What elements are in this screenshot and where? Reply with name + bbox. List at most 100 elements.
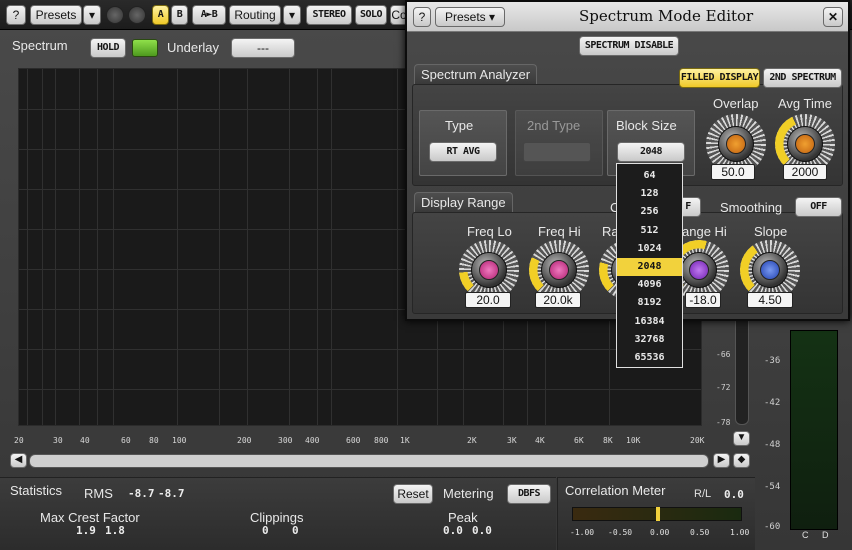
- presets-dropdown-arrow[interactable]: ▾: [83, 5, 101, 25]
- metering-dropdown[interactable]: DBFS: [507, 484, 551, 504]
- clippings-left: 0: [262, 524, 269, 537]
- freq-tick-label: 80: [149, 436, 159, 445]
- slope-label: Slope: [754, 224, 788, 239]
- freq-lo-value[interactable]: 20.0: [465, 292, 511, 308]
- slope-value[interactable]: 4.50: [747, 292, 793, 308]
- reset-button[interactable]: Reset: [393, 484, 433, 504]
- block-size-option[interactable]: 65536: [617, 349, 682, 367]
- display-range-tab: Display Range: [414, 192, 513, 212]
- undo-icon[interactable]: [106, 6, 124, 24]
- freq-tick-label: 100: [172, 436, 187, 445]
- scroll-right-button[interactable]: ▶: [713, 453, 730, 468]
- stereo-button[interactable]: STEREO: [306, 5, 352, 25]
- hold-led[interactable]: [132, 39, 158, 57]
- freq-hi-value[interactable]: 20.0k: [535, 292, 581, 308]
- a-to-b-button[interactable]: A►B: [192, 5, 226, 25]
- horizontal-scrollbar[interactable]: [29, 454, 709, 468]
- correlation-tick-label: -1.00: [570, 528, 595, 537]
- block-size-option[interactable]: 128: [617, 185, 682, 203]
- smoothing-label: Smoothing: [720, 200, 783, 215]
- routing-dropdown-arrow[interactable]: ▾: [283, 5, 301, 25]
- type-dropdown[interactable]: RT AVG: [429, 142, 497, 162]
- editor-close-button[interactable]: ✕: [823, 7, 843, 27]
- second-type-dropdown: [523, 142, 591, 162]
- freq-tick-label: 1K: [400, 436, 410, 445]
- overlap-value[interactable]: 50.0: [711, 164, 755, 180]
- freq-tick-label: 20K: [690, 436, 705, 445]
- grid-vline: [79, 69, 80, 425]
- zoom-reset-button[interactable]: ◆: [733, 453, 750, 468]
- help-button[interactable]: ?: [6, 5, 26, 25]
- meter-channel-d: D: [822, 530, 829, 540]
- statistics-title: Statistics: [10, 483, 63, 498]
- underlay-dropdown[interactable]: ---: [231, 38, 295, 58]
- slope-knob[interactable]: [740, 240, 800, 300]
- meter-tick-label: -48: [764, 440, 781, 450]
- correlation-tick-label: 0.50: [690, 528, 710, 537]
- grid-vline: [97, 69, 98, 425]
- scroll-down-button[interactable]: ▼: [733, 431, 750, 446]
- rms-label: RMS: [84, 486, 113, 501]
- block-size-menu[interactable]: 64 128 256 512 1024 2048 4096 8192 16384 32768 655…: [616, 163, 683, 368]
- block-size-option[interactable]: 2048: [617, 258, 682, 276]
- avg-time-label: Avg Time: [778, 96, 832, 111]
- rl-value: 0.0: [724, 488, 744, 501]
- block-size-option[interactable]: 512: [617, 222, 682, 240]
- solo-button[interactable]: SOLO: [355, 5, 387, 25]
- clippings-right: 0: [292, 524, 299, 537]
- smoothing-dropdown[interactable]: OFF: [795, 197, 842, 217]
- b-button[interactable]: B: [171, 5, 188, 25]
- freq-lo-knob[interactable]: [459, 240, 519, 300]
- grid-vline: [42, 69, 43, 425]
- avg-time-value[interactable]: 2000: [783, 164, 827, 180]
- block-size-dropdown[interactable]: 2048: [617, 142, 685, 162]
- grid-vline: [289, 69, 290, 425]
- freq-hi-knob[interactable]: [529, 240, 589, 300]
- block-size-option[interactable]: 16384: [617, 313, 682, 331]
- plugin-window: ? Presets ▾ A B A►B Routing ▾ STEREO SOL…: [0, 0, 852, 550]
- spectrum-disable-button[interactable]: SPECTRUM DISABLE: [579, 36, 679, 56]
- db-tick-label: -66: [716, 350, 731, 359]
- clippings-label: Clippings: [250, 510, 304, 525]
- grid-vline: [247, 69, 248, 425]
- range-hi-label: ange Hi: [682, 224, 727, 239]
- range-hi-value[interactable]: -18.0: [685, 292, 721, 308]
- block-size-option[interactable]: 32768: [617, 331, 682, 349]
- grid-vline: [397, 69, 398, 425]
- range-hi-knob-dot: [689, 260, 709, 280]
- freq-tick-label: 20: [14, 436, 24, 445]
- block-size-label: Block Size: [616, 118, 677, 133]
- freq-tick-label: 800: [374, 436, 389, 445]
- editor-presets-button[interactable]: Presets ▾: [435, 7, 505, 27]
- grid-vline: [55, 69, 56, 425]
- freq-tick-label: 600: [346, 436, 361, 445]
- redo-icon[interactable]: [128, 6, 146, 24]
- presets-button[interactable]: Presets: [30, 5, 82, 25]
- freq-tick-label: 30: [53, 436, 63, 445]
- filled-display-button[interactable]: FILLED DISPLAY: [679, 68, 760, 88]
- underlay-label: Underlay: [167, 40, 220, 55]
- routing-button[interactable]: Routing: [229, 5, 281, 25]
- rl-label: R/L: [694, 488, 712, 500]
- block-size-option[interactable]: 1024: [617, 240, 682, 258]
- freq-tick-label: 60: [121, 436, 131, 445]
- rms-left-value: -8.7: [128, 487, 155, 500]
- grid-vline: [331, 69, 332, 425]
- meter-tick-label: -60: [764, 522, 781, 532]
- editor-help-button[interactable]: ?: [413, 7, 431, 27]
- block-size-option[interactable]: 64: [617, 167, 682, 185]
- max-crest-label: Max Crest Factor: [40, 510, 140, 525]
- freq-tick-label: 6K: [574, 436, 584, 445]
- second-type-label: 2nd Type: [527, 118, 581, 133]
- second-spectrum-button[interactable]: 2ND SPECTRUM: [763, 68, 842, 88]
- freq-tick-label: 3K: [507, 436, 517, 445]
- scroll-left-button[interactable]: ◀: [10, 453, 27, 468]
- grid-vline: [27, 69, 28, 425]
- freq-tick-label: 300: [278, 436, 293, 445]
- hold-button[interactable]: HOLD: [90, 38, 126, 58]
- block-size-option[interactable]: 8192: [617, 294, 682, 312]
- a-button[interactable]: A: [152, 5, 169, 25]
- avg-time-knob-dot: [795, 134, 815, 154]
- block-size-option[interactable]: 256: [617, 203, 682, 221]
- block-size-option[interactable]: 4096: [617, 276, 682, 294]
